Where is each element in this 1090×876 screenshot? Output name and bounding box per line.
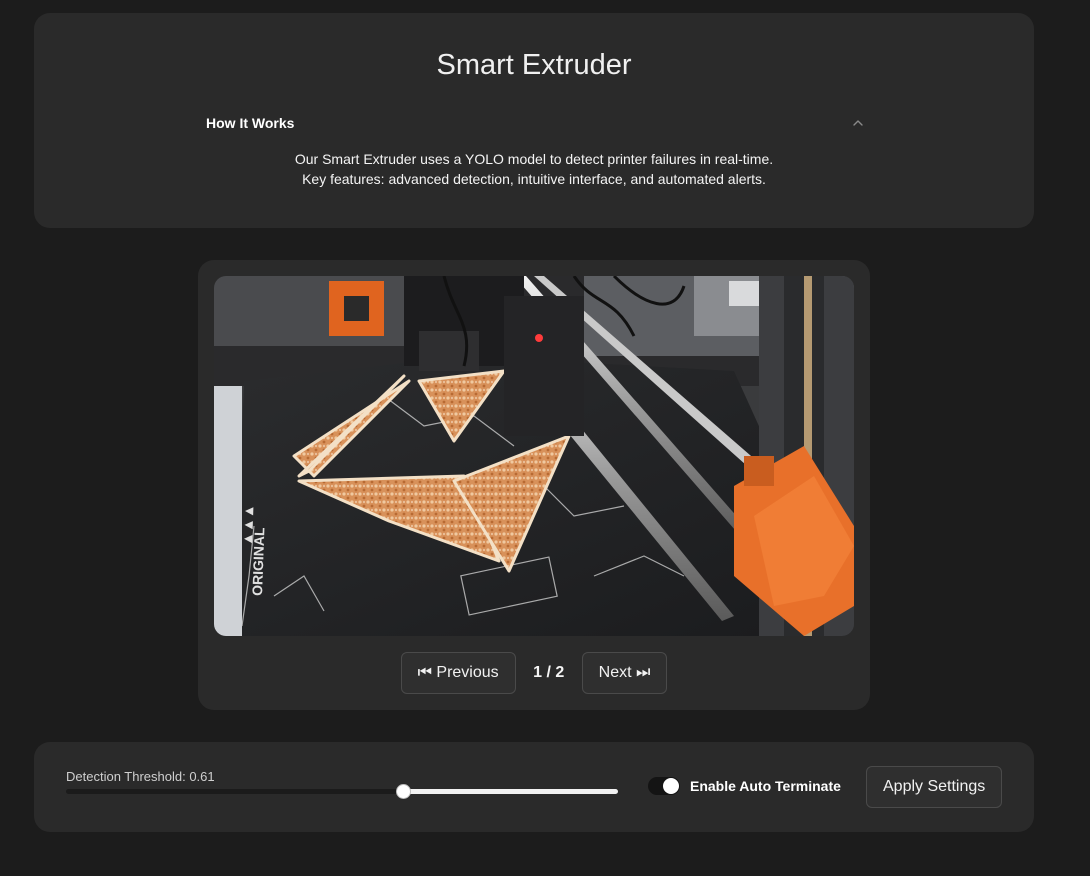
header-card: Smart Extruder How It Works Our Smart Ex… (34, 13, 1034, 228)
page-title: Smart Extruder (436, 49, 632, 81)
threshold-slider[interactable] (66, 784, 618, 799)
auto-terminate-toggle[interactable] (648, 777, 680, 795)
image-pager: ⏮ Previous 1 / 2 Next ⏭ (198, 652, 870, 694)
toggle-knob (663, 778, 679, 794)
accordion-title: How It Works (206, 115, 295, 131)
accordion-body: Our Smart Extruder uses a YOLO model to … (34, 149, 1034, 189)
description-line: Key features: advanced detection, intuit… (302, 171, 766, 187)
printer-camera-image: ORIGINAL ▲▲▲ (214, 276, 854, 636)
page-indicator: 1 / 2 (533, 664, 565, 681)
slider-track-filled (66, 789, 403, 794)
slider-thumb[interactable] (396, 784, 411, 799)
image-viewer-card: ORIGINAL ▲▲▲ ⏮ Previous 1 / 2 Next ⏭ (198, 260, 870, 710)
auto-terminate-toggle-group[interactable]: Enable Auto Terminate (648, 777, 841, 795)
apply-settings-button[interactable]: Apply Settings (866, 766, 1003, 808)
settings-card: Detection Threshold: 0.61 Enable Auto Te… (34, 742, 1034, 832)
next-button[interactable]: Next ⏭ (581, 652, 668, 694)
threshold-label: Detection Threshold: 0.61 (66, 769, 215, 784)
how-it-works-accordion[interactable]: How It Works (204, 113, 864, 133)
previous-button[interactable]: ⏮ Previous (400, 652, 516, 694)
description-line: Our Smart Extruder uses a YOLO model to … (294, 151, 774, 167)
chevron-up-icon[interactable] (850, 115, 866, 131)
auto-terminate-label: Enable Auto Terminate (690, 778, 841, 794)
slider-track-remaining (403, 789, 618, 794)
